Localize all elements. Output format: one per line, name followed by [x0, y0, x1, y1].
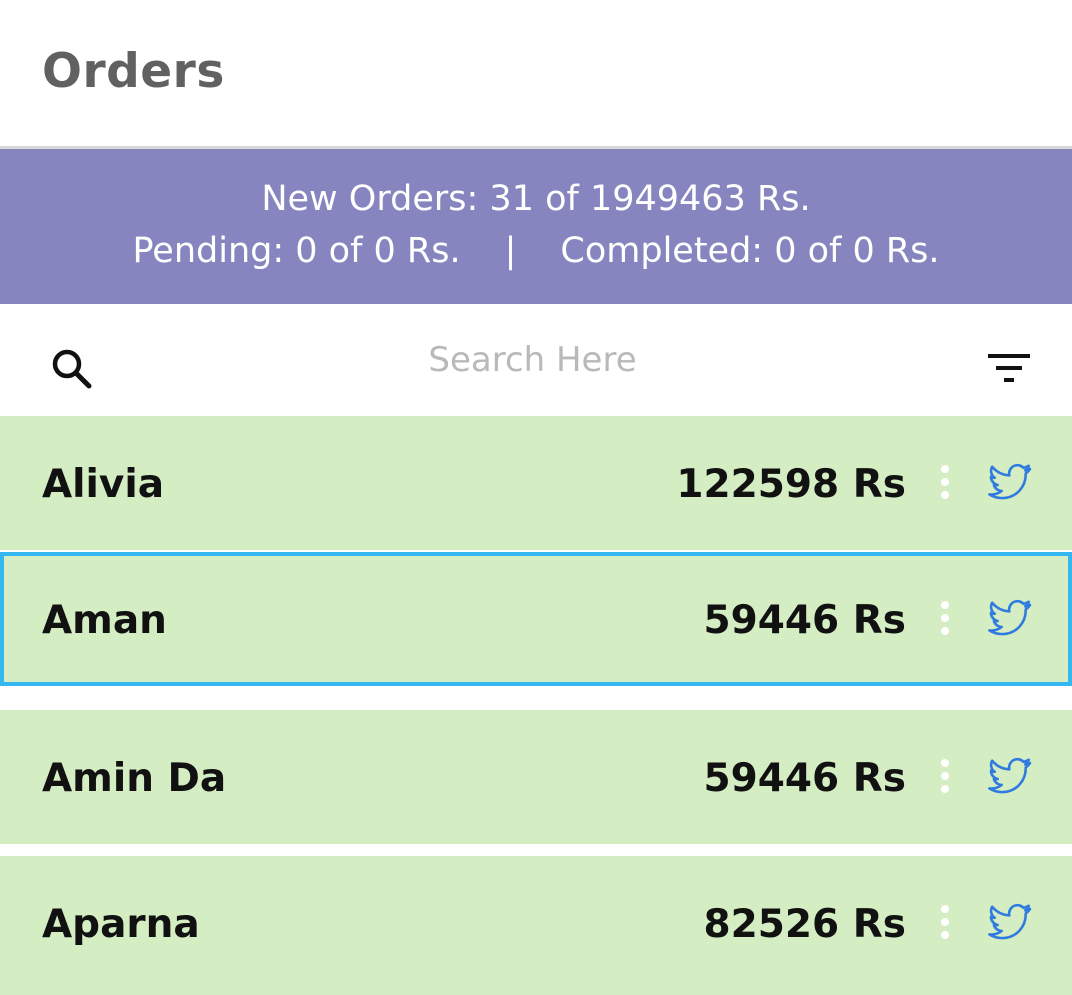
order-customer-name: Aparna: [42, 902, 200, 947]
new-orders-summary: New Orders: 31 of 1949463 Rs.: [261, 179, 811, 219]
more-vertical-icon[interactable]: [938, 904, 952, 940]
more-vertical-icon[interactable]: [938, 600, 952, 636]
more-vertical-icon[interactable]: [938, 758, 952, 794]
app-header: Orders: [0, 0, 1072, 146]
pending-summary: Pending: 0 of 0 Rs.: [132, 231, 461, 271]
order-amount: 82526 Rs: [703, 902, 906, 947]
filter-icon[interactable]: [985, 350, 1033, 386]
completed-summary: Completed: 0 of 0 Rs.: [560, 231, 940, 271]
twitter-bird-icon[interactable]: [982, 754, 1038, 802]
order-customer-name: Alivia: [42, 462, 165, 507]
summary-separator: |: [504, 231, 517, 271]
order-amount: 122598 Rs: [676, 462, 906, 507]
search-icon[interactable]: [50, 347, 94, 391]
order-amount: 59446 Rs: [703, 756, 906, 801]
order-row-selected[interactable]: Aman 59446 Rs: [0, 552, 1072, 686]
order-customer-name: Aman: [42, 598, 167, 643]
orders-summary-banner: New Orders: 31 of 1949463 Rs. Pending: 0…: [0, 149, 1072, 304]
order-row[interactable]: Aparna 82526 Rs: [0, 856, 1072, 995]
order-row[interactable]: Amin Da 59446 Rs: [0, 710, 1072, 844]
twitter-bird-icon[interactable]: [982, 460, 1038, 508]
twitter-bird-icon[interactable]: [982, 900, 1038, 948]
search-input[interactable]: [200, 332, 865, 388]
more-vertical-icon[interactable]: [938, 464, 952, 500]
order-customer-name: Amin Da: [42, 756, 227, 801]
order-row[interactable]: Alivia 122598 Rs: [0, 416, 1072, 550]
status-summary: Pending: 0 of 0 Rs. | Completed: 0 of 0 Rs…: [0, 231, 1072, 271]
twitter-bird-icon[interactable]: [982, 596, 1038, 644]
order-amount: 59446 Rs: [703, 598, 906, 643]
page-title: Orders: [42, 44, 225, 99]
